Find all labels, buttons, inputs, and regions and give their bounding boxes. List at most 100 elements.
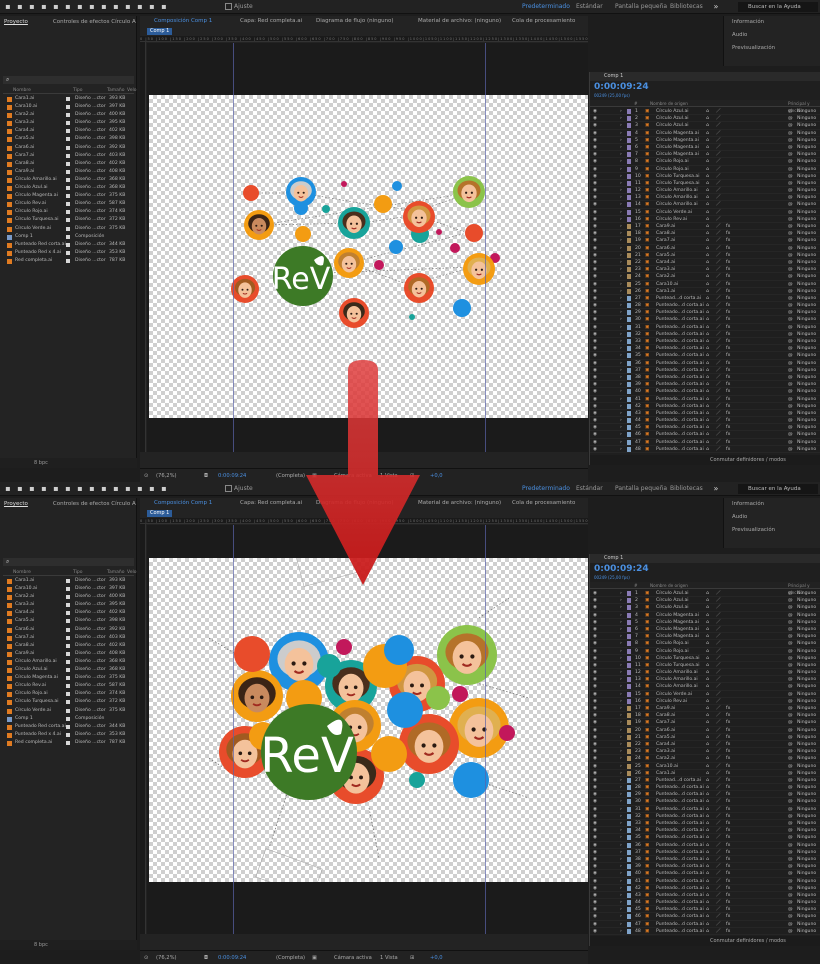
expand-chevron-icon[interactable]: › [620, 827, 622, 834]
timeline-layer-row[interactable]: ◉ › 24 ▣ Cara2.ai ⌂ ／ fx @ Ninguno [590, 755, 820, 763]
parent-dropdown[interactable]: Ninguno [797, 727, 816, 734]
expand-chevron-icon[interactable]: › [620, 252, 622, 259]
label-color-icon[interactable] [627, 144, 631, 150]
timeline-layer-row[interactable]: ◉ › 19 ▣ Cara7.ai ⌂ ／ fx @ Ninguno [590, 237, 820, 245]
timeline-layer-row[interactable]: ◉ › 7 ▣ Círculo Magenta.ai ⌂ ／ @ Ninguno [590, 151, 820, 159]
expand-chevron-icon[interactable]: › [620, 885, 622, 892]
visibility-eye-icon[interactable]: ◉ [593, 316, 597, 323]
project-item[interactable]: Círculo Verde.ai Diseño ...ctor 375 KB [3, 225, 134, 233]
shy-icon[interactable]: ⌂ [706, 741, 709, 748]
quality-icon[interactable]: ／ [716, 806, 721, 813]
timeline-layer-row[interactable]: ◉ › 18 ▣ Cara8.ai ⌂ ／ fx @ Ninguno [590, 230, 820, 238]
timeline-layer-row[interactable]: ◉ › 40 ▣ Punteado...d corta.ai ⌂ ／ fx @ Ninguno [590, 388, 820, 396]
quality-icon[interactable]: ／ [716, 619, 721, 626]
project-item[interactable]: Cara4.ai Diseño ...ctor 402 KB [3, 609, 134, 617]
effects-icon[interactable]: fx [726, 892, 730, 899]
project-item[interactable]: Cara1.ai Diseño ...ctor 393 KB [3, 95, 134, 103]
effects-icon[interactable]: fx [726, 324, 730, 331]
timeline-layer-row[interactable]: ◉ › 30 ▣ Punteado...d corta.ai ⌂ ／ fx @ Ninguno [590, 316, 820, 324]
shy-icon[interactable]: ⌂ [706, 928, 709, 935]
effects-icon[interactable]: fx [726, 431, 730, 438]
expand-chevron-icon[interactable]: › [620, 727, 622, 734]
parent-dropdown[interactable]: Ninguno [797, 777, 816, 784]
shy-icon[interactable]: ⌂ [706, 590, 709, 597]
quality-icon[interactable]: ／ [716, 842, 721, 849]
parent-dropdown[interactable]: Ninguno [797, 367, 816, 374]
parent-dropdown[interactable]: Ninguno [797, 633, 816, 640]
timeline-layer-row[interactable]: ◉ › 44 ▣ Punteado...d corta.ai ⌂ ／ fx @ Ninguno [590, 417, 820, 425]
label-color-icon[interactable] [627, 677, 631, 683]
visibility-eye-icon[interactable]: ◉ [593, 410, 597, 417]
visibility-eye-icon[interactable]: ◉ [593, 446, 597, 453]
parent-pickwhip-icon[interactable]: @ [788, 590, 793, 597]
visibility-eye-icon[interactable]: ◉ [593, 173, 597, 180]
ajuste-checkbox[interactable] [225, 3, 232, 10]
parent-dropdown[interactable]: Ninguno [797, 820, 816, 827]
visibility-eye-icon[interactable]: ◉ [593, 626, 597, 633]
label-color-icon[interactable] [627, 231, 631, 237]
parent-dropdown[interactable]: Ninguno [797, 338, 816, 345]
expand-chevron-icon[interactable]: › [620, 719, 622, 726]
expand-chevron-icon[interactable]: › [620, 245, 622, 252]
shy-icon[interactable]: ⌂ [706, 144, 709, 151]
parent-pickwhip-icon[interactable]: @ [788, 316, 793, 323]
expand-chevron-icon[interactable]: › [620, 230, 622, 237]
parent-dropdown[interactable]: Ninguno [797, 734, 816, 741]
timeline-layer-row[interactable]: ◉ › 1 ▣ Círculo Azul.ai ⌂ ／ @ Ninguno [590, 108, 820, 116]
quality-icon[interactable]: ／ [716, 345, 721, 352]
shy-icon[interactable]: ⌂ [706, 374, 709, 381]
label-color-icon[interactable] [627, 173, 631, 179]
visibility-eye-icon[interactable]: ◉ [593, 259, 597, 266]
effects-icon[interactable]: fx [726, 899, 730, 906]
resolution-dropdown[interactable]: (Completa) [276, 954, 305, 962]
label-color-icon[interactable] [627, 720, 631, 726]
timeline-layer-row[interactable]: ◉ › 26 ▣ Cara1.ai ⌂ ／ fx @ Ninguno [590, 288, 820, 295]
parent-pickwhip-icon[interactable]: @ [788, 439, 793, 446]
zoom-level[interactable]: (76,2%) [156, 954, 177, 962]
shy-icon[interactable]: ⌂ [706, 180, 709, 187]
shy-icon[interactable]: ⌂ [706, 381, 709, 388]
parent-dropdown[interactable]: Ninguno [797, 834, 816, 841]
parent-pickwhip-icon[interactable]: @ [788, 252, 793, 259]
label-color-icon[interactable] [627, 245, 631, 251]
label-color-icon[interactable] [627, 892, 631, 898]
visibility-eye-icon[interactable]: ◉ [593, 388, 597, 395]
expand-chevron-icon[interactable]: › [620, 424, 622, 431]
shy-icon[interactable]: ⌂ [706, 338, 709, 345]
effects-icon[interactable]: fx [726, 338, 730, 345]
timeline-timecode[interactable]: 0:00:09:24 [594, 82, 649, 93]
parent-pickwhip-icon[interactable]: @ [788, 216, 793, 223]
parent-pickwhip-icon[interactable]: @ [788, 288, 793, 295]
expand-chevron-icon[interactable]: › [620, 590, 622, 597]
visibility-eye-icon[interactable]: ◉ [593, 266, 597, 273]
timeline-layer-row[interactable]: ◉ › 43 ▣ Punteado...d corta.ai ⌂ ／ fx @ Ninguno [590, 892, 820, 900]
viewer-tab[interactable]: Diagrama de flujo (ninguno) [316, 16, 394, 27]
label-color-icon[interactable] [627, 756, 631, 762]
viewer-tab[interactable]: Capa: Red completa.ai [240, 16, 302, 27]
project-item[interactable]: Cara3.ai Diseño ...ctor 395 KB [3, 119, 134, 127]
timeline-layer-row[interactable]: ◉ › 21 ▣ Cara5.ai ⌂ ／ fx @ Ninguno [590, 252, 820, 259]
quality-icon[interactable]: ／ [716, 252, 721, 259]
shy-icon[interactable]: ⌂ [706, 115, 709, 122]
timeline-layer-row[interactable]: ◉ › 13 ▣ Círculo Amarillo.ai ⌂ ／ @ Ninguno [590, 676, 820, 684]
parent-pickwhip-icon[interactable]: @ [788, 770, 793, 777]
parent-dropdown[interactable]: Ninguno [797, 770, 816, 777]
quality-icon[interactable]: ／ [716, 640, 721, 647]
viewer-tab[interactable]: Material de archivo: (ninguno) [418, 16, 501, 27]
project-item[interactable]: Cara2.ai Diseño ...ctor 400 KB [3, 111, 134, 119]
parent-dropdown[interactable]: Ninguno [797, 446, 816, 453]
project-column-header[interactable]: Tipo [73, 569, 82, 576]
pen-icon[interactable]: ▪ [88, 2, 96, 11]
shy-icon[interactable]: ⌂ [706, 813, 709, 820]
shy-icon[interactable]: ⌂ [706, 396, 709, 403]
shy-icon[interactable]: ⌂ [706, 352, 709, 359]
effects-icon[interactable]: fx [726, 439, 730, 446]
label-color-icon[interactable] [627, 878, 631, 884]
effects-icon[interactable]: fx [726, 885, 730, 892]
visibility-eye-icon[interactable]: ◉ [593, 144, 597, 151]
label-color-icon[interactable] [627, 684, 631, 690]
active-camera-dropdown[interactable]: Cámara activa [334, 954, 372, 962]
visibility-eye-icon[interactable]: ◉ [593, 763, 597, 770]
parent-dropdown[interactable]: Ninguno [797, 784, 816, 791]
visibility-eye-icon[interactable]: ◉ [593, 223, 597, 230]
